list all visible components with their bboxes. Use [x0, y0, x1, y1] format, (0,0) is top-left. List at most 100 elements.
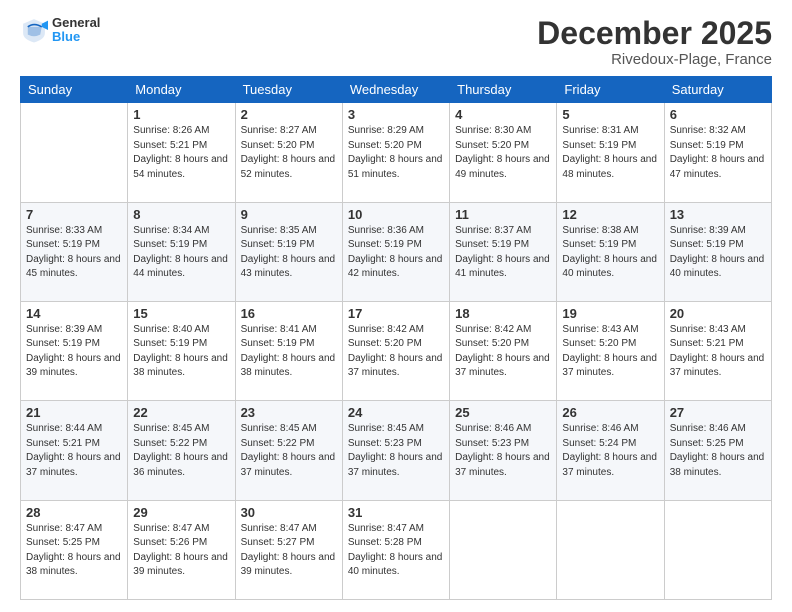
calendar-table: SundayMondayTuesdayWednesdayThursdayFrid…	[20, 76, 772, 600]
calendar-cell: 2 Sunrise: 8:27 AM Sunset: 5:20 PM Daylig…	[235, 103, 342, 202]
day-info: Sunrise: 8:42 AM Sunset: 5:20 PM Dayligh…	[348, 323, 444, 381]
logo-general: General	[52, 16, 100, 30]
calendar-week-row: 7 Sunrise: 8:33 AM Sunset: 5:19 PM Daylig…	[21, 202, 772, 301]
day-number: 26	[562, 405, 658, 420]
day-info: Sunrise: 8:26 AM Sunset: 5:21 PM Dayligh…	[133, 124, 229, 182]
day-info: Sunrise: 8:46 AM Sunset: 5:25 PM Dayligh…	[670, 422, 766, 480]
weekday-header-monday: Monday	[128, 77, 235, 103]
day-info: Sunrise: 8:38 AM Sunset: 5:19 PM Dayligh…	[562, 224, 658, 282]
day-number: 14	[26, 306, 122, 321]
day-number: 31	[348, 505, 444, 520]
calendar-cell: 26 Sunrise: 8:46 AM Sunset: 5:24 PM Dayli…	[557, 401, 664, 500]
calendar-cell: 23 Sunrise: 8:45 AM Sunset: 5:22 PM Dayli…	[235, 401, 342, 500]
calendar-cell: 22 Sunrise: 8:45 AM Sunset: 5:22 PM Dayli…	[128, 401, 235, 500]
weekday-header-row: SundayMondayTuesdayWednesdayThursdayFrid…	[21, 77, 772, 103]
calendar-cell: 3Sunrise: 8:29 AM Sunset: 5:20 PM Daylig…	[342, 103, 449, 202]
calendar-cell: 30 Sunrise: 8:47 AM Sunset: 5:27 PM Dayli…	[235, 500, 342, 599]
calendar-week-row: 21Sunrise: 8:44 AM Sunset: 5:21 PM Dayli…	[21, 401, 772, 500]
day-number: 1	[133, 107, 229, 122]
day-number: 6	[670, 107, 766, 122]
day-info: Sunrise: 8:47 AM Sunset: 5:25 PM Dayligh…	[26, 522, 122, 580]
day-number: 2	[241, 107, 337, 122]
day-number: 22	[133, 405, 229, 420]
day-info: Sunrise: 8:32 AM Sunset: 5:19 PM Dayligh…	[670, 124, 766, 182]
day-number: 24	[348, 405, 444, 420]
day-number: 19	[562, 306, 658, 321]
day-number: 28	[26, 505, 122, 520]
day-number: 18	[455, 306, 551, 321]
calendar-cell	[21, 103, 128, 202]
calendar-week-row: 28 Sunrise: 8:47 AM Sunset: 5:25 PM Dayli…	[21, 500, 772, 599]
calendar-cell: 8 Sunrise: 8:34 AM Sunset: 5:19 PM Daylig…	[128, 202, 235, 301]
day-number: 12	[562, 207, 658, 222]
day-info: Sunrise: 8:33 AM Sunset: 5:19 PM Dayligh…	[26, 224, 122, 282]
day-info: Sunrise: 8:47 AM Sunset: 5:27 PM Dayligh…	[241, 522, 337, 580]
day-number: 16	[241, 306, 337, 321]
day-info: Sunrise: 8:46 AM Sunset: 5:24 PM Dayligh…	[562, 422, 658, 480]
calendar-cell: 17 Sunrise: 8:42 AM Sunset: 5:20 PM Dayli…	[342, 301, 449, 400]
calendar-cell: 20 Sunrise: 8:43 AM Sunset: 5:21 PM Dayli…	[664, 301, 771, 400]
calendar-subtitle: Rivedoux-Plage, France	[537, 51, 772, 68]
day-info: Sunrise: 8:43 AM Sunset: 5:21 PM Dayligh…	[670, 323, 766, 381]
day-info: Sunrise: 8:36 AM Sunset: 5:19 PM Dayligh…	[348, 224, 444, 282]
day-info: Sunrise: 8:43 AM Sunset: 5:20 PM Dayligh…	[562, 323, 658, 381]
weekday-header-friday: Friday	[557, 77, 664, 103]
day-info: Sunrise: 8:47 AM Sunset: 5:26 PM Dayligh…	[133, 522, 229, 580]
day-info: Sunrise: 8:27 AM Sunset: 5:20 PM Dayligh…	[241, 124, 337, 182]
calendar-cell	[557, 500, 664, 599]
day-info: Sunrise: 8:39 AM Sunset: 5:19 PM Dayligh…	[670, 224, 766, 282]
day-info: Sunrise: 8:45 AM Sunset: 5:23 PM Dayligh…	[348, 422, 444, 480]
calendar-cell: 15 Sunrise: 8:40 AM Sunset: 5:19 PM Dayli…	[128, 301, 235, 400]
day-number: 7	[26, 207, 122, 222]
calendar-cell: 14 Sunrise: 8:39 AM Sunset: 5:19 PM Dayli…	[21, 301, 128, 400]
day-info: Sunrise: 8:39 AM Sunset: 5:19 PM Dayligh…	[26, 323, 122, 381]
day-number: 23	[241, 405, 337, 420]
day-info: Sunrise: 8:45 AM Sunset: 5:22 PM Dayligh…	[241, 422, 337, 480]
logo: General Blue	[20, 16, 100, 45]
calendar-cell: 6 Sunrise: 8:32 AM Sunset: 5:19 PM Daylig…	[664, 103, 771, 202]
calendar-week-row: 14 Sunrise: 8:39 AM Sunset: 5:19 PM Dayli…	[21, 301, 772, 400]
day-info: Sunrise: 8:45 AM Sunset: 5:22 PM Dayligh…	[133, 422, 229, 480]
weekday-header-sunday: Sunday	[21, 77, 128, 103]
day-info: Sunrise: 8:42 AM Sunset: 5:20 PM Dayligh…	[455, 323, 551, 381]
day-info: Sunrise: 8:44 AM Sunset: 5:21 PM Dayligh…	[26, 422, 122, 480]
logo-blue: Blue	[52, 30, 100, 44]
day-number: 15	[133, 306, 229, 321]
day-info: Sunrise: 8:37 AM Sunset: 5:19 PM Dayligh…	[455, 224, 551, 282]
weekday-header-saturday: Saturday	[664, 77, 771, 103]
logo-text: General Blue	[52, 16, 100, 45]
calendar-cell: 4Sunrise: 8:30 AM Sunset: 5:20 PM Daylig…	[450, 103, 557, 202]
calendar-cell	[664, 500, 771, 599]
day-number: 11	[455, 207, 551, 222]
calendar-cell: 11 Sunrise: 8:37 AM Sunset: 5:19 PM Dayli…	[450, 202, 557, 301]
day-number: 20	[670, 306, 766, 321]
logo-icon	[20, 16, 48, 44]
title-section: December 2025 Rivedoux-Plage, France	[537, 16, 772, 68]
weekday-header-thursday: Thursday	[450, 77, 557, 103]
day-number: 5	[562, 107, 658, 122]
calendar-cell: 21Sunrise: 8:44 AM Sunset: 5:21 PM Dayli…	[21, 401, 128, 500]
calendar-cell: 28 Sunrise: 8:47 AM Sunset: 5:25 PM Dayli…	[21, 500, 128, 599]
calendar-page: General Blue December 2025 Rivedoux-Plag…	[0, 0, 792, 612]
day-info: Sunrise: 8:40 AM Sunset: 5:19 PM Dayligh…	[133, 323, 229, 381]
calendar-cell: 10Sunrise: 8:36 AM Sunset: 5:19 PM Dayli…	[342, 202, 449, 301]
calendar-header: General Blue December 2025 Rivedoux-Plag…	[20, 16, 772, 68]
day-info: Sunrise: 8:30 AM Sunset: 5:20 PM Dayligh…	[455, 124, 551, 182]
calendar-cell: 16Sunrise: 8:41 AM Sunset: 5:19 PM Dayli…	[235, 301, 342, 400]
day-number: 29	[133, 505, 229, 520]
calendar-title: December 2025	[537, 16, 772, 51]
day-number: 27	[670, 405, 766, 420]
day-number: 17	[348, 306, 444, 321]
calendar-cell: 27 Sunrise: 8:46 AM Sunset: 5:25 PM Dayli…	[664, 401, 771, 500]
day-number: 8	[133, 207, 229, 222]
day-number: 25	[455, 405, 551, 420]
calendar-cell: 13Sunrise: 8:39 AM Sunset: 5:19 PM Dayli…	[664, 202, 771, 301]
calendar-week-row: 1 Sunrise: 8:26 AM Sunset: 5:21 PM Daylig…	[21, 103, 772, 202]
calendar-cell: 24 Sunrise: 8:45 AM Sunset: 5:23 PM Dayli…	[342, 401, 449, 500]
day-number: 9	[241, 207, 337, 222]
day-number: 30	[241, 505, 337, 520]
calendar-cell: 29 Sunrise: 8:47 AM Sunset: 5:26 PM Dayli…	[128, 500, 235, 599]
day-info: Sunrise: 8:34 AM Sunset: 5:19 PM Dayligh…	[133, 224, 229, 282]
day-info: Sunrise: 8:47 AM Sunset: 5:28 PM Dayligh…	[348, 522, 444, 580]
calendar-cell: 18 Sunrise: 8:42 AM Sunset: 5:20 PM Dayli…	[450, 301, 557, 400]
